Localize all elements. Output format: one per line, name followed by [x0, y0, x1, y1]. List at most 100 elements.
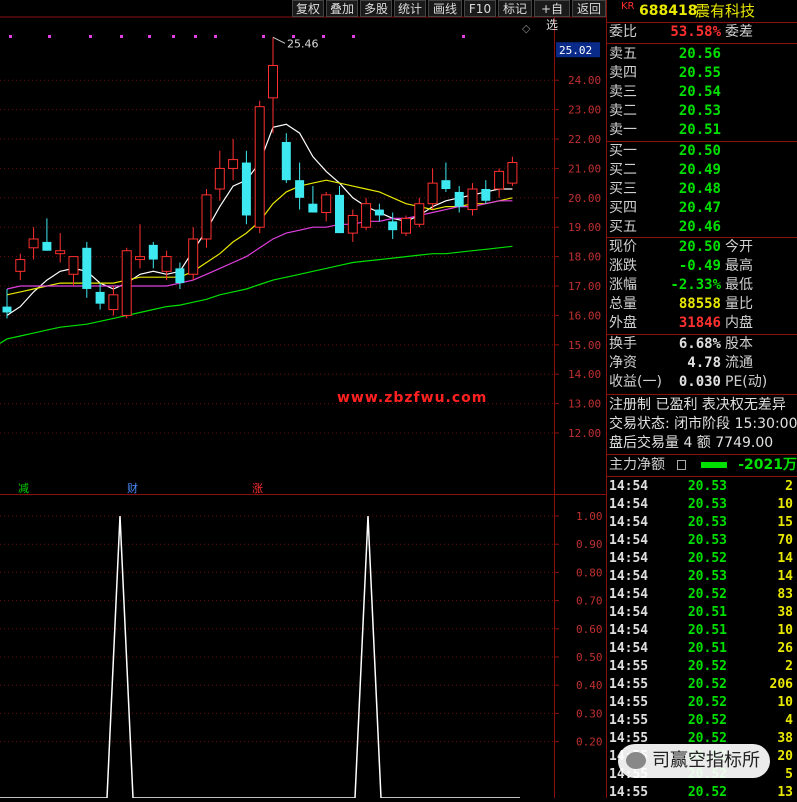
ask-level-value: 20.53	[678, 103, 721, 119]
ask-level-row: 卖四 20.55	[607, 64, 797, 83]
tick-time: 14:55	[609, 713, 649, 728]
toolbar-button-1[interactable]: 叠加	[326, 0, 358, 17]
stat-label: 现价	[609, 239, 637, 255]
tick-volume: 10	[777, 497, 793, 512]
y-tick-label: 21.00	[568, 162, 601, 175]
toolbar-button-7[interactable]: +自选	[534, 0, 570, 32]
bid-level-label: 买一	[609, 143, 637, 159]
tick-row: 14:55 20.52 206	[607, 676, 797, 694]
candle-body	[42, 241, 52, 251]
ask-level-label: 卖一	[609, 122, 637, 138]
ask-level-value: 20.55	[678, 65, 721, 81]
tick-volume: 10	[777, 623, 793, 638]
y-tick-label: 22.00	[568, 133, 601, 146]
candle-body	[268, 65, 278, 99]
y-tick-label: 15.00	[568, 339, 601, 352]
stat-value: 20.50	[678, 239, 721, 255]
candle-body	[188, 238, 199, 275]
stat-row: 总量 88558 量比	[607, 295, 797, 314]
tick-time: 14:54	[609, 605, 649, 620]
toolbar-button-8[interactable]: 返回	[572, 0, 606, 17]
stock-name: 震有科技	[695, 2, 756, 20]
tick-row: 14:54 20.52 83	[607, 586, 797, 604]
info-line: 盘后交易量 4 额 7749.00	[609, 435, 774, 451]
bid-level-value: 20.50	[678, 143, 721, 159]
candle-body	[201, 194, 212, 240]
tick-time: 14:54	[609, 641, 649, 656]
candle-body	[374, 209, 384, 216]
top-dot-marker	[120, 35, 123, 38]
tick-volume: 206	[769, 677, 793, 692]
candle-body	[121, 250, 132, 316]
candle-body	[254, 106, 265, 228]
toolbar-button-6[interactable]: 标记	[498, 0, 532, 17]
y-tick-label: 0.50	[576, 651, 603, 664]
ma-line-extension	[0, 338, 8, 344]
y-tick-label: 14.00	[568, 368, 601, 381]
stat2-label2: 流通	[725, 355, 753, 371]
tick-price: 20.53	[687, 533, 727, 548]
main-net-label: 主力净额	[609, 457, 665, 473]
tick-time: 14:55	[609, 677, 649, 692]
stat-value: 88558	[678, 296, 721, 312]
toolbar-button-2[interactable]: 多股	[360, 0, 392, 17]
wei-bi-row: 委比 53.58% 委差	[607, 23, 797, 42]
wei-bi-label: 委比	[609, 24, 637, 40]
y-tick-label: 12.00	[568, 427, 601, 440]
tick-price: 20.53	[687, 569, 727, 584]
candle-body	[161, 256, 172, 272]
tick-time: 14:54	[609, 569, 649, 584]
stat2-label: 换手	[609, 336, 637, 352]
wechat-icon	[626, 752, 646, 769]
y-tick-label: 0.80	[576, 566, 603, 579]
y-tick-label: 23.00	[568, 104, 601, 117]
toolbar-button-0[interactable]: 复权	[292, 0, 324, 17]
tick-time: 14:55	[609, 659, 649, 674]
tick-row: 14:55 20.52 4	[607, 712, 797, 730]
tick-volume: 70	[777, 533, 793, 548]
menu-icon[interactable]	[677, 460, 686, 470]
candle-body	[241, 162, 251, 216]
tick-time: 14:54	[609, 479, 649, 494]
tick-row: 14:55 20.52 2	[607, 658, 797, 676]
tick-row: 14:54 20.52 14	[607, 550, 797, 568]
tick-row: 14:54 20.53 15	[607, 514, 797, 532]
candle-body	[55, 250, 66, 255]
main-net-row[interactable]: 主力净额 -2021万	[607, 456, 797, 475]
candle-body	[361, 203, 372, 228]
ask-level-row: 卖二 20.53	[607, 102, 797, 121]
candle-body	[321, 194, 332, 214]
stat-value: -0.49	[678, 258, 721, 274]
y-tick-label: 19.00	[568, 221, 601, 234]
tick-price: 20.53	[687, 479, 727, 494]
toolbar-button-5[interactable]: F10	[464, 0, 496, 17]
top-dot-marker	[352, 35, 355, 38]
candle-body	[135, 256, 145, 261]
top-dot-marker	[89, 35, 92, 38]
ask-level-value: 20.51	[678, 122, 721, 138]
wei-cha-label: 委差	[725, 24, 753, 40]
tick-time: 14:55	[609, 785, 649, 800]
y-tick-label: 16.00	[568, 309, 601, 322]
stat-value: 31846	[678, 315, 721, 331]
tick-row: 14:54 20.53 10	[607, 496, 797, 514]
bid-level-value: 20.48	[678, 181, 721, 197]
tick-time: 14:54	[609, 587, 649, 602]
tick-price: 20.52	[687, 677, 727, 692]
kline-chart-area[interactable]: 25.02 24.00 23.00 22.00 21.00 20.00 19.00 18.00…	[0, 0, 607, 798]
ask-level-label: 卖五	[609, 46, 637, 62]
tick-price: 20.53	[687, 497, 727, 512]
toolbar-button-3[interactable]: 统计	[394, 0, 426, 17]
candle-body	[28, 238, 39, 249]
top-dot-marker	[9, 35, 12, 38]
candle-body	[228, 159, 239, 169]
toolbar-button-4[interactable]: 画线	[428, 0, 462, 17]
tick-volume: 14	[777, 551, 793, 566]
stat-label: 外盘	[609, 315, 637, 331]
stat-value: -2.33%	[670, 277, 721, 293]
tick-price: 20.52	[687, 785, 727, 800]
tick-time: 14:54	[609, 551, 649, 566]
bid-level-label: 买四	[609, 200, 637, 216]
bid-level-row: 买四 20.47	[607, 199, 797, 218]
top-dot-marker	[262, 35, 265, 38]
